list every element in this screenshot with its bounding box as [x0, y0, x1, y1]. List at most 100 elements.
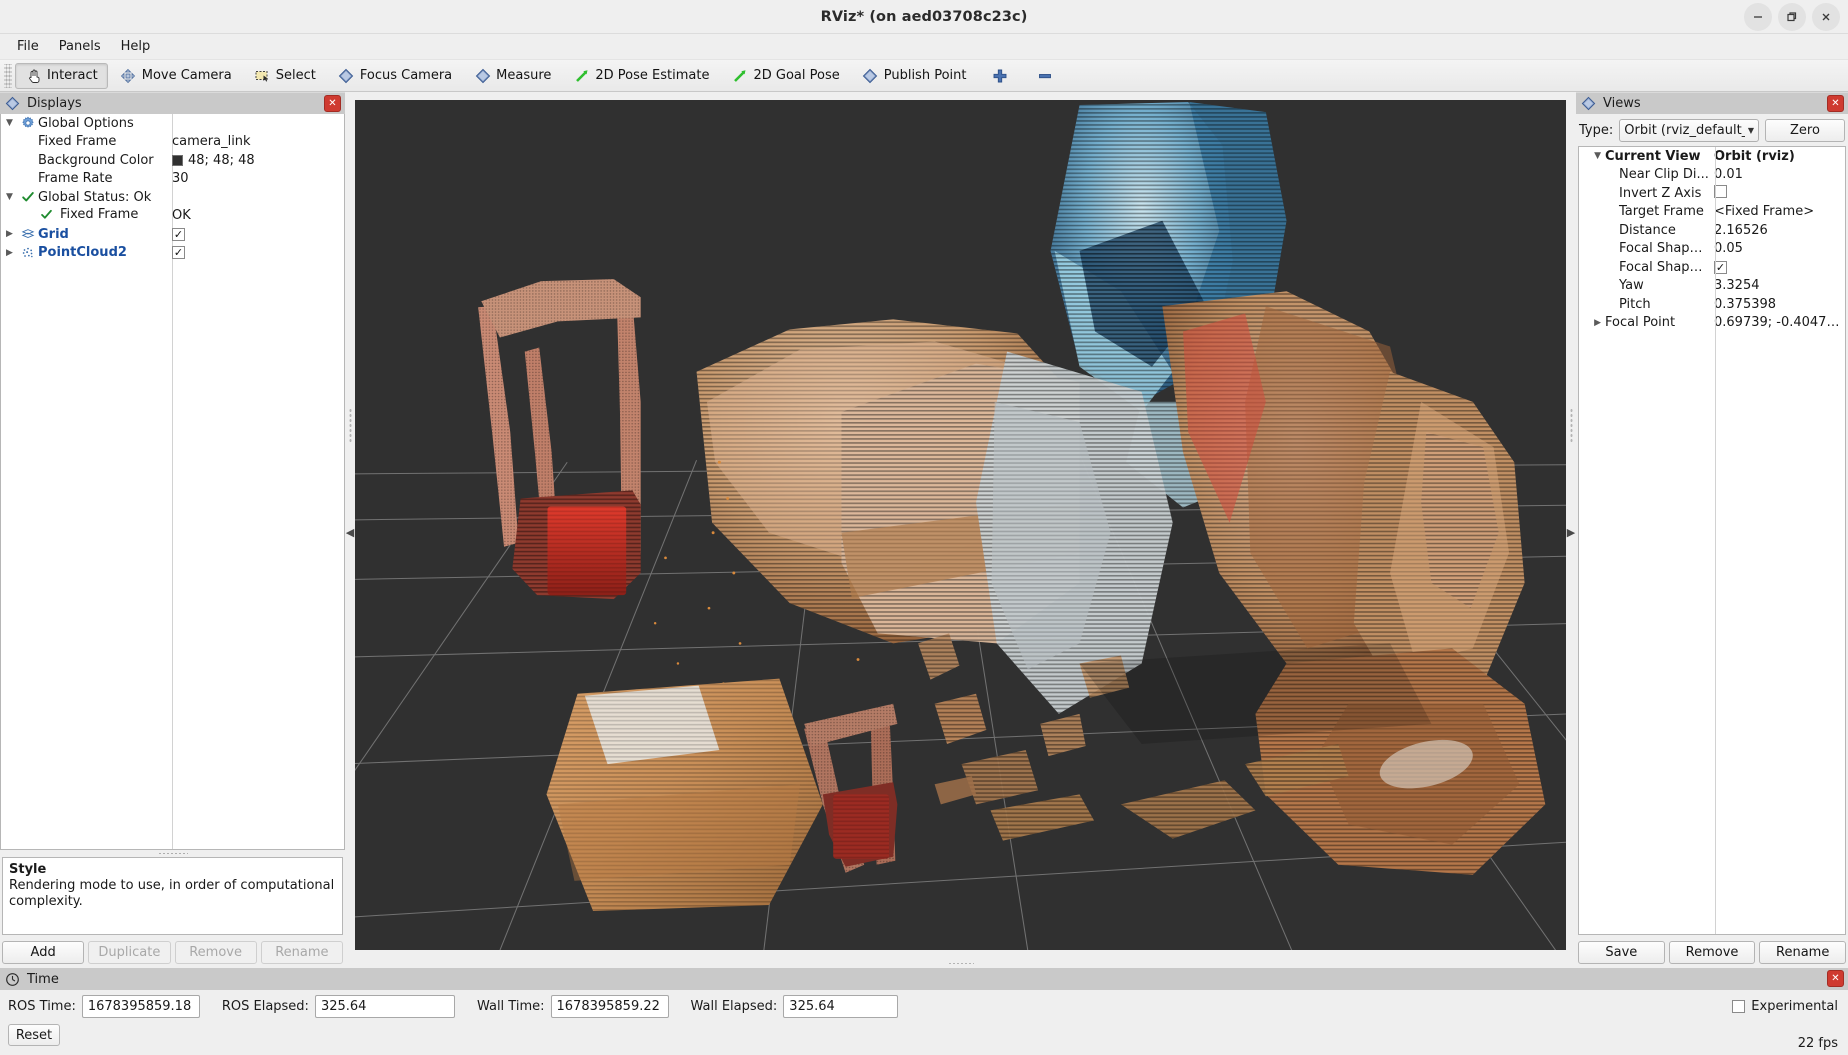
- chevron-down-icon[interactable]: ▼: [1579, 151, 1605, 161]
- fps-counter: 22 fps: [1797, 1036, 1838, 1051]
- views-value[interactable]: <Fixed Frame>: [1709, 204, 1845, 219]
- add-display-button[interactable]: Add: [2, 941, 85, 964]
- tree-row-background-color[interactable]: Background Color 48; 48; 48: [1, 151, 344, 170]
- zero-button[interactable]: Zero: [1765, 119, 1845, 142]
- chevron-down-icon[interactable]: ▼: [1, 192, 18, 202]
- pointcloud-icon: [18, 246, 37, 260]
- tree-row-global-options[interactable]: ▼ Global Options: [1, 114, 344, 133]
- tree-label: Global Options: [38, 115, 134, 131]
- views-label: Pitch: [1619, 296, 1651, 312]
- pointcloud-render: [355, 100, 1566, 951]
- tool-add[interactable]: [978, 63, 1021, 89]
- right-panel-collapse-handle[interactable]: ▶: [1566, 92, 1576, 968]
- chevron-right-icon[interactable]: ▶: [1, 248, 18, 258]
- save-view-button[interactable]: Save: [1578, 941, 1665, 964]
- experimental-checkbox[interactable]: [1732, 1000, 1746, 1013]
- views-value-wrap[interactable]: [1709, 184, 1845, 202]
- views-row-focal-shape-size[interactable]: Focal Shape... 0.05: [1579, 240, 1845, 259]
- views-value[interactable]: 3.3254: [1709, 278, 1845, 293]
- tool-select[interactable]: Select: [244, 63, 326, 89]
- maximize-icon[interactable]: [1778, 3, 1806, 31]
- menu-panels[interactable]: Panels: [50, 36, 110, 57]
- experimental-toggle[interactable]: Experimental: [1732, 999, 1838, 1014]
- displays-splitter[interactable]: [0, 850, 345, 857]
- time-close-icon[interactable]: ✕: [1827, 970, 1844, 987]
- pointcloud2-visibility-checkbox[interactable]: ✓: [172, 246, 185, 260]
- viewport-bottom-splitter[interactable]: [355, 958, 1566, 968]
- view-type-select[interactable]: Orbit (rviz_default_p ▼: [1619, 119, 1759, 142]
- clock-icon: [4, 971, 21, 988]
- rename-display-button[interactable]: Rename: [260, 941, 343, 964]
- tool-remove[interactable]: [1023, 63, 1066, 89]
- views-row-pitch[interactable]: Pitch 0.375398: [1579, 295, 1845, 314]
- menu-file[interactable]: File: [8, 36, 48, 57]
- tool-2d-goal-pose[interactable]: 2D Goal Pose: [721, 63, 849, 89]
- views-tree[interactable]: ▼ Current View Orbit (rviz) Near Clip Di…: [1578, 146, 1846, 935]
- tool-2d-pose-estimate[interactable]: 2D Pose Estimate: [563, 63, 719, 89]
- tool-select-label: Select: [275, 68, 316, 83]
- views-value[interactable]: 0.69739; -0.40471;...: [1709, 315, 1845, 330]
- tree-value-wrap[interactable]: 48; 48; 48: [172, 153, 344, 168]
- left-panel-collapse-handle[interactable]: ◀: [345, 92, 355, 968]
- chevron-right-icon[interactable]: ▶: [1567, 526, 1575, 539]
- views-panel: Views ✕ Type: Orbit (rviz_default_p ▼ Ze…: [1576, 92, 1848, 968]
- views-row-yaw[interactable]: Yaw 3.3254: [1579, 277, 1845, 296]
- duplicate-display-button[interactable]: Duplicate: [88, 941, 171, 964]
- wall-time-input[interactable]: 1678395859.22: [550, 995, 669, 1018]
- wall-elapsed-input[interactable]: 325.64: [783, 995, 899, 1018]
- ros-elapsed-input[interactable]: 325.64: [314, 995, 455, 1018]
- tool-focus-camera[interactable]: Focus Camera: [328, 63, 462, 89]
- views-row-current-view[interactable]: ▼ Current View Orbit (rviz): [1579, 147, 1845, 166]
- reset-button[interactable]: Reset: [8, 1024, 60, 1046]
- ros-time-input[interactable]: 1678395859.18: [81, 995, 200, 1018]
- tree-value[interactable]: 30: [172, 171, 344, 186]
- displays-tree[interactable]: ▼ Global Options Fixed Frame camera_link…: [0, 114, 345, 850]
- 3d-viewport[interactable]: [355, 100, 1566, 951]
- tool-interact[interactable]: Interact: [15, 62, 108, 89]
- views-value[interactable]: 0.375398: [1709, 297, 1845, 312]
- views-close-icon[interactable]: ✕: [1827, 95, 1844, 112]
- views-value[interactable]: 2.16526: [1709, 223, 1845, 238]
- minimize-icon[interactable]: [1744, 3, 1772, 31]
- tree-row-global-status[interactable]: ▼ Global Status: Ok: [1, 188, 344, 207]
- menu-help-label: Help: [120, 39, 151, 54]
- close-icon[interactable]: [1812, 3, 1840, 31]
- tool-move-camera[interactable]: Move Camera: [110, 63, 242, 89]
- views-label: Current View: [1605, 148, 1701, 164]
- tool-publish-point[interactable]: Publish Point: [852, 63, 977, 89]
- views-value[interactable]: 0.01: [1709, 167, 1845, 182]
- views-row-near-clip-distance[interactable]: Near Clip Di... 0.01: [1579, 166, 1845, 185]
- displays-panel-title: Displays: [27, 96, 82, 111]
- chevron-left-icon[interactable]: ◀: [346, 526, 354, 539]
- views-row-target-frame[interactable]: Target Frame <Fixed Frame>: [1579, 203, 1845, 222]
- toolbar-drag-handle[interactable]: [4, 63, 12, 88]
- rename-view-button[interactable]: Rename: [1759, 941, 1847, 964]
- tree-row-grid[interactable]: ▶ Grid ✓: [1, 225, 344, 244]
- views-value-wrap[interactable]: ✓: [1709, 260, 1845, 275]
- views-row-invert-z-axis[interactable]: Invert Z Axis: [1579, 184, 1845, 203]
- tree-row-frame-rate[interactable]: Frame Rate 30: [1, 170, 344, 189]
- tree-row-pointcloud2[interactable]: ▶ PointCloud2 ✓: [1, 244, 344, 263]
- views-row-distance[interactable]: Distance 2.16526: [1579, 221, 1845, 240]
- menu-file-label: File: [17, 39, 39, 54]
- tree-value-wrap[interactable]: ✓: [172, 227, 344, 241]
- tree-value-wrap[interactable]: ✓: [172, 246, 344, 260]
- window-title: RViz* (on aed03708c23c): [820, 8, 1028, 25]
- menu-help[interactable]: Help: [112, 36, 160, 57]
- tree-value[interactable]: camera_link: [172, 134, 344, 149]
- grid-visibility-checkbox[interactable]: ✓: [172, 227, 185, 241]
- remove-display-button[interactable]: Remove: [174, 941, 257, 964]
- chevron-down-icon[interactable]: ▼: [1, 118, 18, 128]
- views-value[interactable]: 0.05: [1709, 241, 1845, 256]
- tree-row-status-fixed-frame[interactable]: Fixed Frame OK: [1, 207, 344, 226]
- chevron-down-icon: ▼: [1747, 126, 1754, 135]
- views-row-focal-point[interactable]: ▶ Focal Point 0.69739; -0.40471;...: [1579, 314, 1845, 333]
- tree-row-fixed-frame[interactable]: Fixed Frame camera_link: [1, 133, 344, 152]
- chevron-right-icon[interactable]: ▶: [1579, 318, 1605, 328]
- displays-close-icon[interactable]: ✕: [324, 95, 341, 112]
- views-row-focal-shape-fixed-size[interactable]: Focal Shape... ✓: [1579, 258, 1845, 277]
- chevron-right-icon[interactable]: ▶: [1, 229, 18, 239]
- time-panel-title: Time: [27, 971, 59, 987]
- remove-view-button[interactable]: Remove: [1668, 941, 1756, 964]
- tool-measure[interactable]: Measure: [464, 63, 561, 89]
